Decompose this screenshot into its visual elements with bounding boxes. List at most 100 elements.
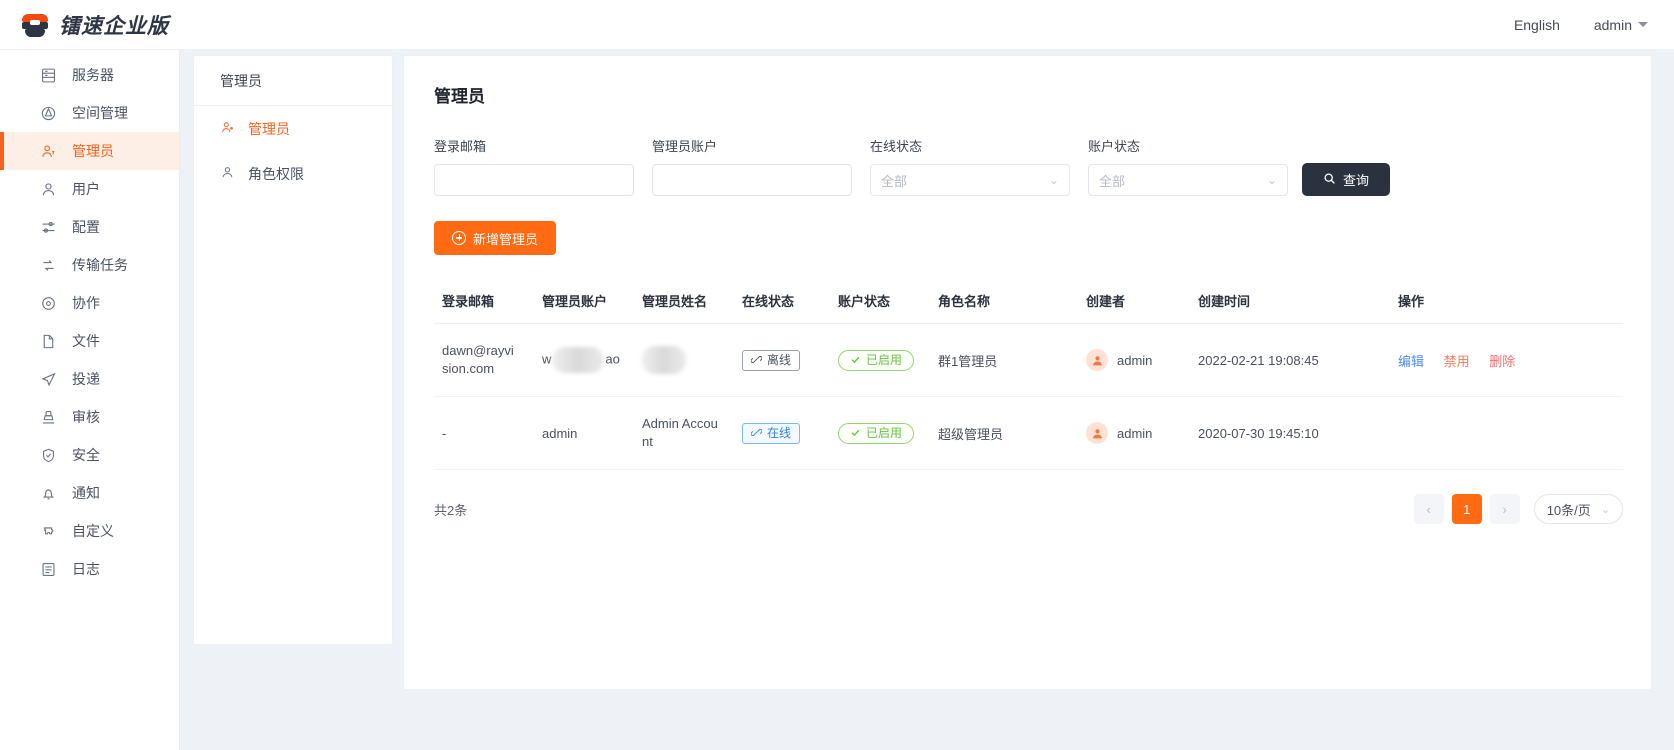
filter-account-status: 账户状态 全部 ⌄ [1088, 136, 1288, 196]
col-header-email: 登录邮箱 [434, 281, 534, 324]
user-name: admin [1593, 16, 1632, 33]
cell-email: dawn@rayvision.com [434, 323, 534, 397]
check-icon [850, 427, 861, 440]
puzzle-icon [40, 523, 57, 540]
sidebar-item-custom[interactable]: 自定义 [0, 512, 179, 550]
filter-bar: 登录邮箱 管理员账户 在线状态 全部 ⌄ 账户状态 全部 ⌄ 查询 [434, 136, 1621, 196]
chevron-down-icon [1638, 22, 1648, 27]
online-status-select[interactable]: 全部 ⌄ [870, 164, 1070, 196]
filter-online-status-label: 在线状态 [870, 139, 923, 154]
avatar [1086, 349, 1108, 371]
edit-link[interactable]: 编辑 [1398, 354, 1424, 369]
table-head: 登录邮箱 管理员账户 管理员姓名 在线状态 账户状态 角色名称 创建者 创建时间… [434, 281, 1623, 324]
row-creator: admin [1117, 425, 1153, 441]
account-status-select[interactable]: 全部 ⌄ [1088, 164, 1288, 196]
sidebar-item-log[interactable]: 日志 [0, 550, 179, 588]
redacted-admin-name [642, 346, 686, 374]
filter-account-label: 管理员账户 [652, 139, 718, 154]
page-size-value: 10条/页 [1546, 502, 1591, 518]
sidebar-item-server[interactable]: 服务器 [0, 56, 179, 94]
cell-admin-name [634, 323, 734, 397]
account-status-value: 全部 [1099, 173, 1126, 189]
link-broken-icon [750, 354, 763, 367]
col-header-account: 管理员账户 [534, 281, 634, 324]
user-menu[interactable]: admin [1594, 17, 1648, 33]
admin-icon [40, 143, 57, 160]
log-icon [40, 561, 57, 578]
col-header-role: 角色名称 [930, 281, 1078, 324]
query-button[interactable]: 查询 [1302, 163, 1391, 196]
audit-icon [40, 409, 57, 426]
cell-created-at: 2022-02-21 19:08:45 [1190, 323, 1390, 397]
add-admin-button[interactable]: 新增管理员 [434, 221, 557, 255]
cell-created-at: 2020-07-30 19:45:10 [1190, 396, 1390, 470]
language-switch[interactable]: English [1514, 17, 1560, 33]
top-bar: 镭速企业版 English admin [0, 0, 1674, 50]
page-size-select[interactable]: 10条/页 ⌄ [1533, 494, 1623, 524]
admin-user-icon [220, 120, 235, 138]
sidebar-item-label: 审核 [72, 409, 100, 425]
sidebar-item-admin[interactable]: 管理员 [0, 132, 179, 170]
collaboration-icon [40, 295, 57, 312]
table-body: dawn@rayvision.com w ao 离线 已启用 群1管理员 adm… [434, 323, 1623, 470]
plus-circle-icon [452, 231, 466, 245]
search-account-input[interactable] [652, 164, 852, 196]
sidebar-item-security[interactable]: 安全 [0, 436, 179, 474]
check-icon [850, 354, 861, 367]
delete-link[interactable]: 删除 [1489, 354, 1515, 369]
secondary-nav-title: 管理员 [194, 56, 392, 106]
brand-name: 镭速企业版 [59, 14, 169, 38]
file-icon [40, 333, 57, 350]
brand-logo[interactable]: 镭速企业版 [0, 10, 169, 40]
sidebar-item-transfer[interactable]: 传输任务 [0, 246, 179, 284]
cell-operations [1390, 396, 1623, 470]
sidebar-item-file[interactable]: 文件 [0, 322, 179, 360]
cell-role: 群1管理员 [930, 323, 1078, 397]
app-root: 镭速企业版 English admin 服务器 空间管理 管理员 用户 配置 传… [0, 0, 1674, 750]
row-role: 超级管理员 [938, 426, 1004, 442]
sidebar-item-config[interactable]: 配置 [0, 208, 179, 246]
sidebar-item-send[interactable]: 投递 [0, 360, 179, 398]
page-number-1[interactable]: 1 [1451, 494, 1482, 524]
table-header-row: 登录邮箱 管理员账户 管理员姓名 在线状态 账户状态 角色名称 创建者 创建时间… [434, 281, 1623, 324]
status-badge-offline: 离线 [742, 349, 801, 371]
bell-icon [40, 485, 57, 502]
table-row: - admin Admin Account 在线 已启用 超级管理员 admin… [434, 396, 1623, 470]
chevron-down-icon: ⌄ [1266, 173, 1277, 187]
sidebar-item-label: 投递 [72, 371, 100, 387]
row-account-prefix: w [542, 351, 552, 367]
sidebar-item-notification[interactable]: 通知 [0, 474, 179, 512]
disable-link[interactable]: 禁用 [1444, 354, 1470, 369]
cell-creator: admin [1078, 323, 1190, 397]
filter-account-status-label: 账户状态 [1088, 139, 1141, 154]
next-page-button[interactable]: › [1489, 494, 1520, 524]
pagination: ‹ 1 › 10条/页 ⌄ [1413, 494, 1623, 524]
sidebar-item-audit[interactable]: 审核 [0, 398, 179, 436]
sidebar-item-label: 管理员 [72, 143, 114, 159]
query-button-label: 查询 [1343, 173, 1370, 188]
col-header-operations: 操作 [1390, 281, 1623, 324]
sidebar-item-user[interactable]: 用户 [0, 170, 179, 208]
search-email-input[interactable] [434, 164, 634, 196]
row-email: - [442, 425, 447, 441]
server-icon [40, 67, 57, 84]
cell-operations: 编辑 禁用 删除 [1390, 323, 1623, 397]
subnav-item-role-permission[interactable]: 角色权限 [194, 151, 392, 196]
status-badge-enabled-label: 已启用 [866, 353, 903, 367]
transfer-icon [40, 257, 57, 274]
status-badge-online: 在线 [742, 422, 801, 444]
sidebar-item-collaboration[interactable]: 协作 [0, 284, 179, 322]
sidebar-item-space[interactable]: 空间管理 [0, 94, 179, 132]
subnav-item-admin[interactable]: 管理员 [194, 106, 392, 151]
table-footer: 共2条 ‹ 1 › 10条/页 ⌄ [434, 494, 1623, 524]
settings-sliders-icon [40, 219, 57, 236]
sidebar: 服务器 空间管理 管理员 用户 配置 传输任务 协作 文件 投递 审核 安全 通… [0, 50, 180, 750]
chevron-down-icon: ⌄ [1600, 503, 1610, 516]
prev-page-button[interactable]: ‹ [1413, 494, 1444, 524]
cell-email: - [434, 396, 534, 470]
cell-account: admin [534, 396, 634, 470]
cell-role: 超级管理员 [930, 396, 1078, 470]
sidebar-item-label: 传输任务 [72, 257, 128, 273]
sidebar-item-label: 配置 [72, 219, 100, 235]
cell-account: w ao [534, 323, 634, 397]
